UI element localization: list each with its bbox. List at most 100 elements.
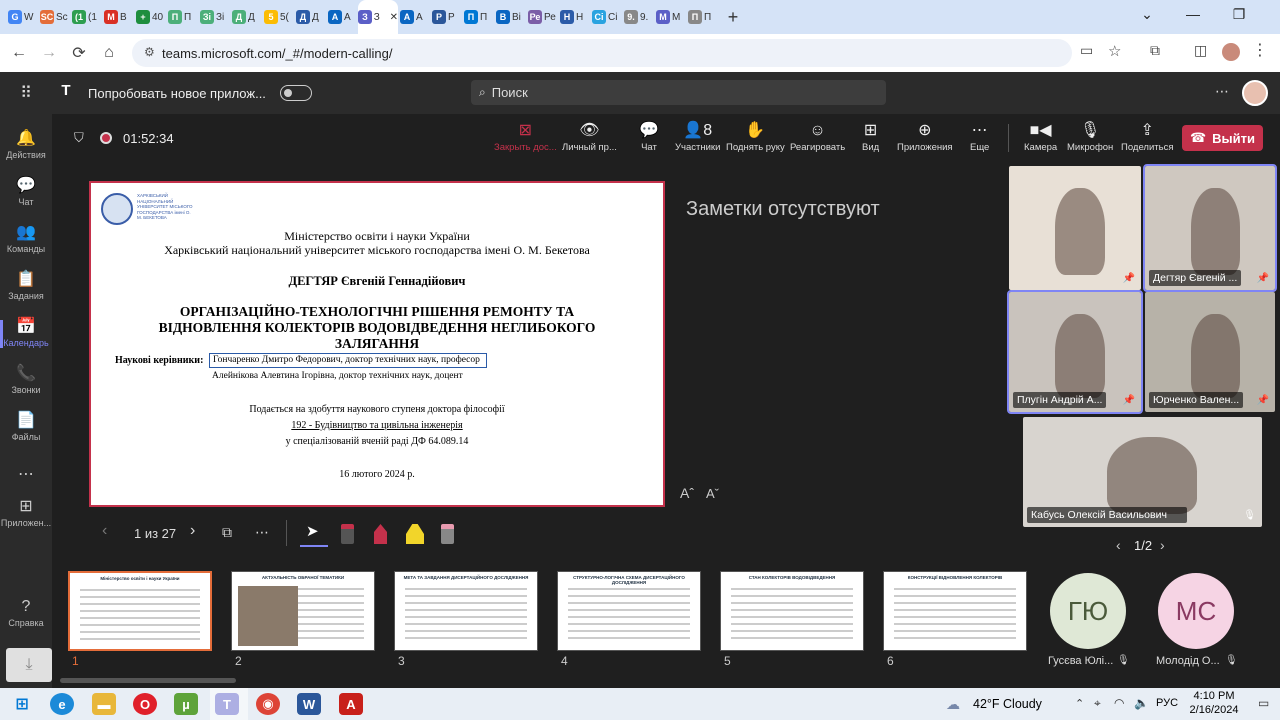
browser-tab[interactable]: +40 — [134, 0, 166, 34]
browser-tab[interactable]: З З ✕ — [358, 0, 398, 34]
slide-thumbnail[interactable]: КОНСТРУКЦІЇ ВІДНОВЛЕННЯ КОЛЕКТОРІВ — [883, 571, 1027, 651]
prev-slide-button[interactable]: ‹ — [102, 522, 107, 540]
url-field[interactable]: teams.microsoft.com/_#/modern-calling/ — [132, 39, 1072, 67]
word-icon[interactable]: W — [297, 693, 321, 715]
participant-avatar[interactable]: ГЮ — [1050, 573, 1126, 649]
browser-tab[interactable]: Ре Ре — [526, 0, 558, 34]
acrobat-icon[interactable]: A — [339, 693, 363, 715]
pen-red-icon[interactable] — [374, 524, 387, 544]
user-avatar[interactable] — [1242, 80, 1268, 106]
browser-tab[interactable]: Сі Сі — [590, 0, 622, 34]
cast-icon[interactable]: ▭ — [1080, 42, 1093, 59]
site-info-icon[interactable]: ⚙ — [144, 45, 155, 59]
participants-button[interactable]: 👤8 Участники — [675, 122, 720, 153]
browser-tab[interactable]: SC Sc — [38, 0, 70, 34]
react-button[interactable]: ☺ Реагировать — [790, 122, 845, 153]
browser-tab[interactable]: ДД — [230, 0, 262, 34]
font-decrease-button[interactable]: Aˇ — [706, 486, 719, 501]
sidebar-icon[interactable]: ◫ — [1194, 42, 1207, 59]
slide-thumbnail[interactable]: СТАН КОЛЕКТОРІВ ВОДОВІДВЕДЕННЯ — [720, 571, 864, 651]
browser-tab[interactable]: 5 5( — [262, 0, 294, 34]
browser-tab[interactable]: PP — [430, 0, 462, 34]
participant-video-tile[interactable]: Юрченко Вален... 📌 — [1145, 292, 1275, 412]
slide-thumbnail[interactable]: Міністерство освіти і науки України — [68, 571, 212, 651]
utorrent-icon[interactable]: µ — [174, 693, 198, 715]
browser-tab[interactable]: ПП — [462, 0, 494, 34]
download-icon[interactable]: ⤓ — [6, 648, 52, 682]
file-explorer-icon[interactable]: ▬ — [92, 693, 116, 715]
view-button[interactable]: ⊞ Вид — [862, 122, 879, 153]
eraser-icon[interactable] — [441, 524, 454, 544]
search-input[interactable]: ⌕ Поиск — [471, 80, 886, 105]
microphone-button[interactable]: 🎙 Микрофон — [1067, 122, 1113, 153]
next-slide-button[interactable]: › — [190, 522, 195, 540]
settings-more-icon[interactable]: ⋯ — [1215, 83, 1229, 100]
browser-tab[interactable]: АА — [398, 0, 430, 34]
maximize-icon[interactable]: ❐ — [1216, 6, 1262, 23]
raise-hand-button[interactable]: ✋ Поднять руку — [726, 122, 785, 153]
more-button[interactable]: ⋯ Еще — [970, 122, 989, 153]
opera-icon[interactable]: O — [133, 693, 157, 715]
browser-tab[interactable]: Зі Зі — [198, 0, 230, 34]
rail-item-calendar[interactable]: 📅 Календарь — [0, 310, 52, 357]
rail-item-apps[interactable]: ⊞ Приложен... — [0, 490, 52, 537]
share-button[interactable]: ⇪ Поделиться — [1121, 122, 1173, 153]
camera-button[interactable]: ■◀ Камера — [1024, 122, 1057, 153]
location-icon[interactable]: ⌖ — [1094, 696, 1101, 711]
back-icon[interactable]: ← — [4, 44, 34, 62]
extensions-icon[interactable]: ⧉ — [1150, 42, 1160, 59]
chat-button[interactable]: 💬 Чат — [639, 122, 659, 153]
slide-thumbnail[interactable]: АКТУАЛЬНІСТЬ ОБРАНОЇ ТЕМАТИКИ — [231, 571, 375, 651]
close-share-button[interactable]: ⊠ Закрыть дос... — [494, 122, 557, 153]
chrome-icon[interactable]: ◉ — [256, 693, 280, 715]
browser-tab[interactable]: (1 (1 — [70, 0, 102, 34]
participant-video-tile[interactable]: Дегтяр Євгеній ... 📌 — [1143, 164, 1277, 292]
gallery-prev-button[interactable]: ‹ — [1116, 537, 1121, 553]
rail-item-teams[interactable]: 👥 Команды — [0, 216, 52, 263]
leave-button[interactable]: ☎ Выйти — [1182, 125, 1263, 151]
forward-icon[interactable]: → — [34, 44, 64, 62]
browser-tab[interactable]: ПП — [686, 0, 718, 34]
private-view-button[interactable]: 👁 Личный пр... — [562, 122, 617, 153]
gallery-next-button[interactable]: › — [1160, 537, 1165, 553]
language-indicator[interactable]: РУС — [1156, 697, 1178, 709]
browser-tab[interactable]: АА — [326, 0, 358, 34]
thumbnail-scrollbar[interactable] — [60, 678, 236, 683]
browser-tab[interactable]: НН — [558, 0, 590, 34]
rail-item-bell[interactable]: 🔔 Действия — [0, 122, 52, 169]
slide-thumbnail[interactable]: СТРУКТУРНО-ЛОГІЧНА СХЕМА ДИСЕРТАЦІЙНОГО … — [557, 571, 701, 651]
clock-time[interactable]: 4:10 PM — [1180, 690, 1248, 702]
rail-item-calls[interactable]: 📞 Звонки — [0, 357, 52, 404]
participant-video-tile[interactable]: Кабусь Олексій Васильович 🎙 — [1023, 417, 1262, 527]
home-icon[interactable]: ⌂ — [94, 44, 124, 62]
pointer-tool-icon[interactable]: ➤ — [306, 522, 319, 540]
reload-icon[interactable]: ⟳ — [64, 43, 94, 63]
close-window-icon[interactable]: ✕ — [1262, 6, 1280, 23]
notifications-icon[interactable]: ▭ — [1258, 696, 1269, 710]
new-teams-toggle[interactable] — [279, 85, 312, 101]
minimize-icon[interactable]: — — [1170, 6, 1216, 23]
browser-tab[interactable]: MM — [654, 0, 686, 34]
edge-icon[interactable]: e — [50, 693, 74, 715]
highlighter-icon[interactable] — [406, 524, 424, 544]
tray-arrow-icon[interactable]: ⌃ — [1075, 697, 1084, 710]
apps-button[interactable]: ⊕ Приложения — [897, 122, 953, 153]
grid-view-icon[interactable]: ⧉ — [222, 524, 232, 541]
clock-date[interactable]: 2/16/2024 — [1180, 704, 1248, 716]
browser-tab[interactable]: В Ві — [494, 0, 526, 34]
browser-tab[interactable]: ДД — [294, 0, 326, 34]
browser-tab[interactable]: GW — [6, 0, 38, 34]
bookmark-star-icon[interactable]: ☆ — [1108, 42, 1121, 60]
browser-tab[interactable]: MB — [102, 0, 134, 34]
rail-item-chat[interactable]: 💬 Чат — [0, 169, 52, 216]
laser-pointer-icon[interactable] — [341, 524, 354, 544]
windows-start-icon[interactable]: ⊞ — [10, 693, 34, 715]
browser-tab[interactable]: 9. 9. — [622, 0, 654, 34]
weather-text[interactable]: 42°F Cloudy — [973, 697, 1042, 711]
browser-menu-icon[interactable]: ⋮ — [1252, 40, 1268, 60]
font-increase-button[interactable]: Aˆ — [680, 485, 694, 501]
browser-tab[interactable]: ПП — [166, 0, 198, 34]
participant-video-tile[interactable]: Плугін Андрій А... 📌 — [1007, 290, 1143, 414]
more-options-icon[interactable]: ⋯ — [255, 524, 269, 541]
new-tab-icon[interactable]: + — [718, 7, 748, 28]
